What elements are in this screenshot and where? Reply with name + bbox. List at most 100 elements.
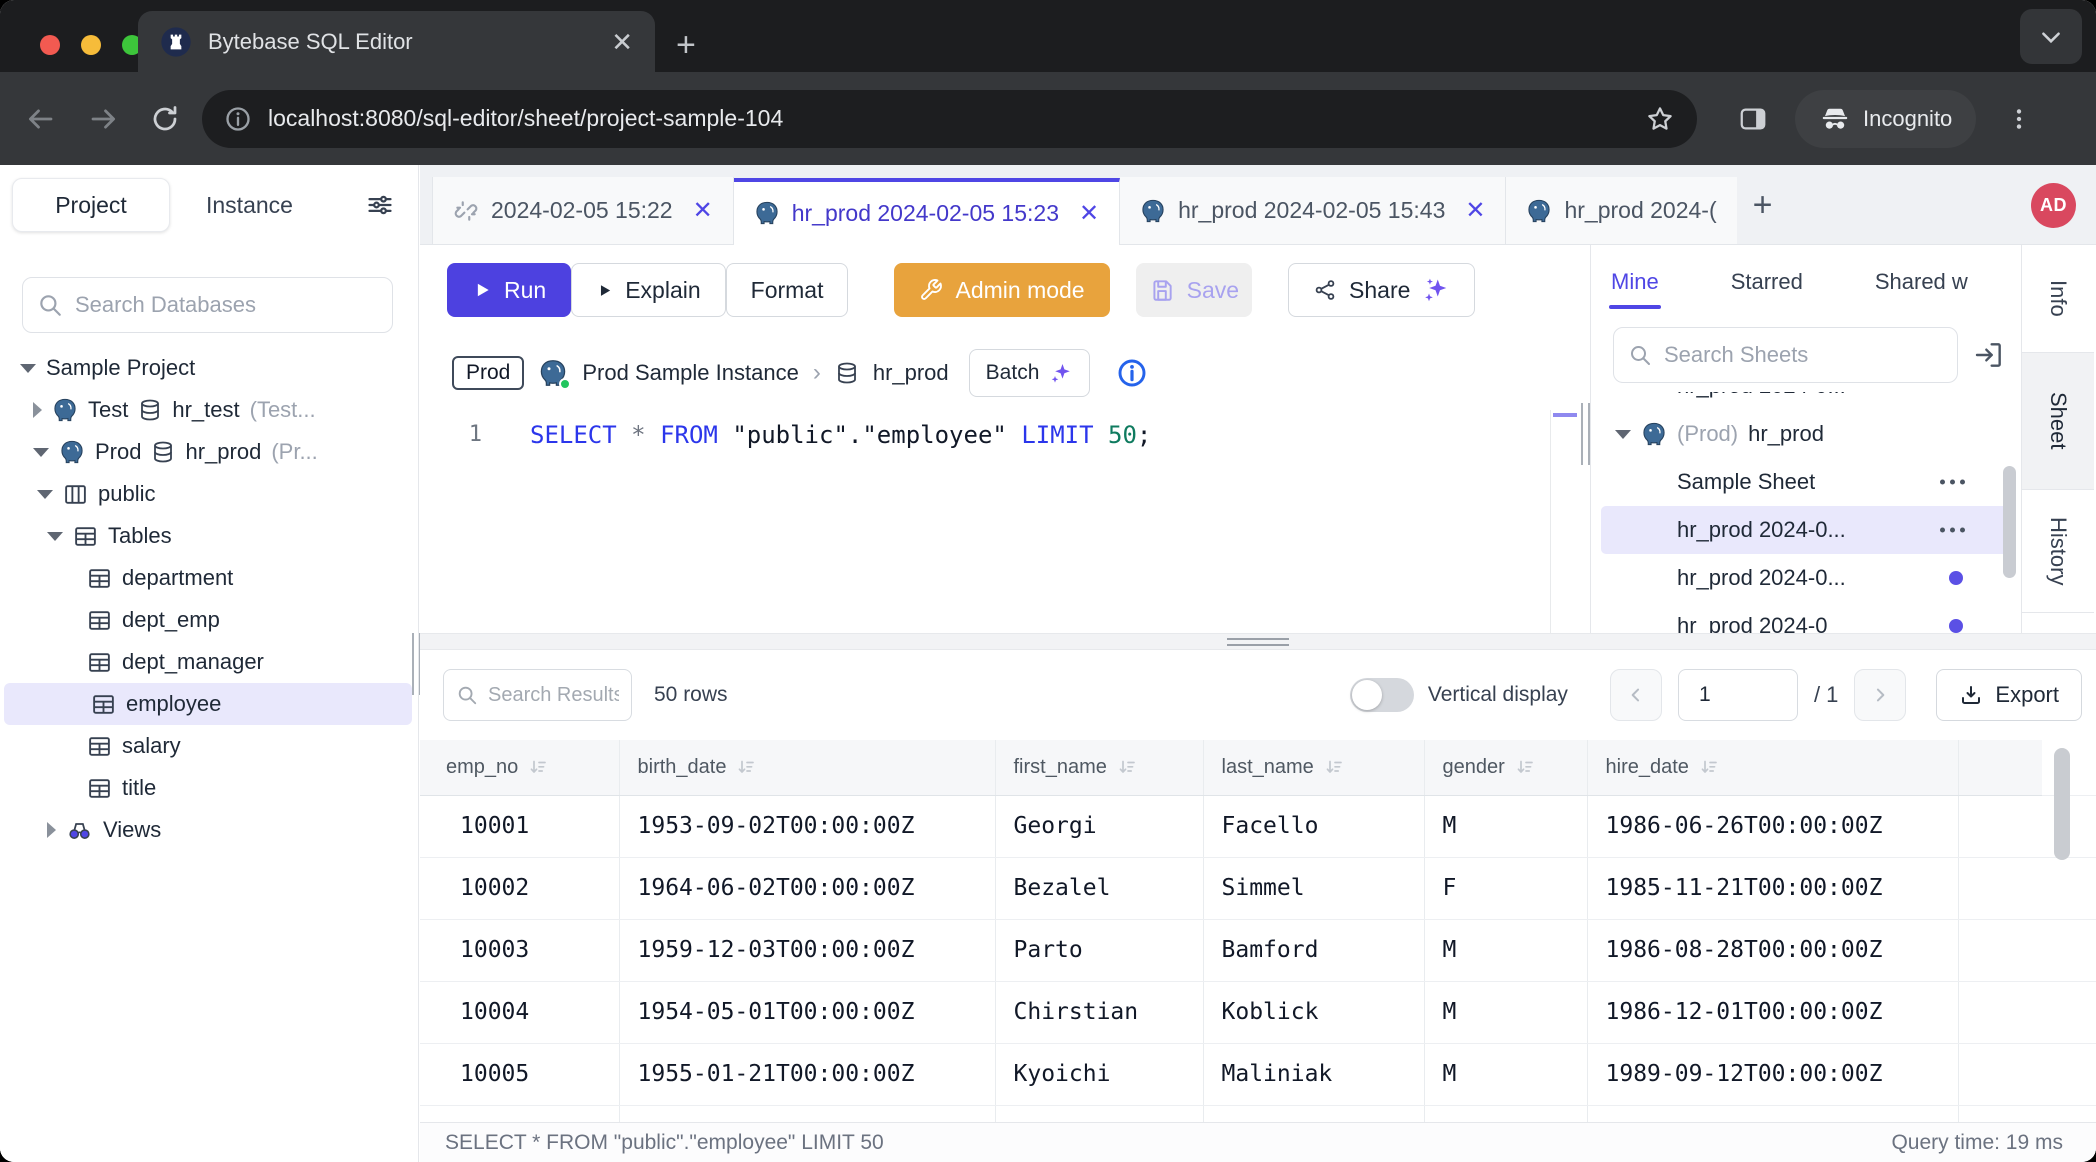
instance-name[interactable]: Prod Sample Instance xyxy=(582,360,798,386)
user-avatar[interactable]: AD xyxy=(2031,183,2076,228)
page-number-input[interactable] xyxy=(1678,669,1798,721)
back-icon[interactable] xyxy=(26,104,56,134)
run-button[interactable]: Run xyxy=(447,263,571,317)
site-info-icon[interactable] xyxy=(224,105,252,133)
url-text[interactable]: localhost:8080/sql-editor/sheet/project-… xyxy=(268,105,1645,132)
sheet-item[interactable]: hr_prod 2024-0... xyxy=(1601,554,2011,602)
batch-button[interactable]: Batch xyxy=(969,349,1091,397)
close-tab-icon[interactable]: ✕ xyxy=(1079,199,1099,228)
column-header-birth_date[interactable]: birth_date xyxy=(619,740,995,795)
sheet-list-scrollbar[interactable] xyxy=(2003,466,2016,578)
admin-mode-button[interactable]: Admin mode xyxy=(894,263,1109,317)
url-bar[interactable]: localhost:8080/sql-editor/sheet/project-… xyxy=(202,90,1697,148)
worksheet-tab-1[interactable]: 2024-02-05 15:22✕ xyxy=(432,177,734,244)
worksheet-tab-2[interactable]: hr_prod 2024-02-05 15:23✕ xyxy=(734,178,1120,245)
database-search-input[interactable] xyxy=(75,292,378,318)
traffic-minimize-button[interactable] xyxy=(81,35,101,55)
close-tab-icon[interactable]: ✕ xyxy=(693,196,713,225)
browser-new-tab-icon[interactable]: + xyxy=(676,28,696,62)
sheet-menu-icon[interactable] xyxy=(1940,528,1965,533)
bookmark-star-icon[interactable] xyxy=(1645,104,1675,134)
tree-item-tables[interactable]: Tables xyxy=(0,515,418,557)
next-page-button[interactable] xyxy=(1854,669,1906,721)
table-row[interactable]: 100011953-09-02T00:00:00ZGeorgiFacelloM1… xyxy=(420,795,2096,857)
column-header-gender[interactable]: gender xyxy=(1424,740,1587,795)
filter-sliders-icon[interactable] xyxy=(366,191,394,219)
share-button[interactable]: Share xyxy=(1288,263,1475,317)
table-row[interactable]: 100041954-05-01T00:00:00ZChirstianKoblic… xyxy=(420,981,2096,1043)
forward-icon[interactable] xyxy=(88,104,118,134)
format-button[interactable]: Format xyxy=(726,263,849,317)
sql-editor[interactable]: 1 SELECT * FROM "public"."employee" LIMI… xyxy=(420,410,1590,633)
sheet-tab-mine[interactable]: Mine xyxy=(1611,269,1659,295)
side-panel-icon[interactable] xyxy=(1737,104,1769,134)
prev-page-button[interactable] xyxy=(1610,669,1662,721)
tab-instance[interactable]: Instance xyxy=(206,192,293,219)
collapse-panel-icon[interactable] xyxy=(1973,339,2005,371)
tree-item-table-employee[interactable]: employee xyxy=(4,683,412,725)
close-tab-icon[interactable]: ✕ xyxy=(1465,196,1485,225)
tree-item-table-title[interactable]: title xyxy=(0,767,418,809)
sheet-group-row[interactable]: (Prod)hr_prod xyxy=(1601,410,2011,458)
sheet-search-box[interactable] xyxy=(1613,327,1958,383)
tree-item-views[interactable]: Views xyxy=(0,809,418,851)
database-search-box[interactable] xyxy=(22,277,393,333)
sheet-item[interactable]: Sample Sheet xyxy=(1601,458,2011,506)
vertical-display-toggle[interactable] xyxy=(1350,678,1414,712)
table-row[interactable]: 100021964-06-02T00:00:00ZBezalelSimmelF1… xyxy=(420,857,2096,919)
worksheet-tab-4[interactable]: hr_prod 2024-( xyxy=(1506,177,1736,244)
editor-minimap[interactable] xyxy=(1550,410,1578,633)
table-row[interactable]: 100031959-12-03T00:00:00ZPartoBamfordM19… xyxy=(420,919,2096,981)
panel-resize-grip[interactable] xyxy=(1581,403,1590,465)
tree-item-database-hr_test[interactable]: Testhr_test(Test... xyxy=(0,389,418,431)
info-circle-icon[interactable] xyxy=(1116,357,1148,389)
browser-menu-icon[interactable] xyxy=(2006,104,2032,134)
reload-icon[interactable] xyxy=(150,104,180,134)
table-row[interactable]: 100061953-04-20T00:00:00ZAnnekePreusigF1… xyxy=(420,1105,2096,1122)
caret-right-icon[interactable] xyxy=(47,822,56,838)
tree-item-table-salary[interactable]: salary xyxy=(0,725,418,767)
sheet-tab-shared-w[interactable]: Shared w xyxy=(1875,269,1968,295)
caret-down-icon[interactable] xyxy=(20,364,36,373)
caret-down-icon[interactable] xyxy=(37,490,53,499)
column-header-hire_date[interactable]: hire_date xyxy=(1587,740,1958,795)
tree-item-table-dept_manager[interactable]: dept_manager xyxy=(0,641,418,683)
column-header-emp_no[interactable]: emp_no xyxy=(420,740,619,795)
results-search-box[interactable] xyxy=(443,669,632,721)
save-button[interactable]: Save xyxy=(1136,263,1252,317)
results-search-input[interactable] xyxy=(488,684,619,707)
sheet-menu-icon[interactable] xyxy=(1940,480,1965,485)
export-button[interactable]: Export xyxy=(1936,669,2082,721)
results-scrollbar[interactable] xyxy=(2054,748,2070,860)
explain-button[interactable]: Explain xyxy=(571,263,725,317)
tree-item-table-dept_emp[interactable]: dept_emp xyxy=(0,599,418,641)
caret-down-icon[interactable] xyxy=(1615,430,1631,439)
tree-item-schema-public[interactable]: public xyxy=(0,473,418,515)
database-name[interactable]: hr_prod xyxy=(873,360,949,386)
sheet-search-input[interactable] xyxy=(1664,342,1943,368)
column-header-first_name[interactable]: first_name xyxy=(995,740,1203,795)
sheet-item[interactable]: hr_prod 2024-0... xyxy=(1601,392,2011,410)
results-splitter[interactable] xyxy=(420,633,2096,650)
sheet-item[interactable]: hr_prod 2024-0... xyxy=(1601,506,2011,554)
tab-search-chevron-icon[interactable] xyxy=(2020,9,2082,64)
traffic-close-button[interactable] xyxy=(40,35,60,55)
new-worksheet-icon[interactable]: + xyxy=(1753,188,1773,222)
sheet-item[interactable]: hr_prod 2024-0 xyxy=(1601,602,2011,633)
tab-project[interactable]: Project xyxy=(12,178,170,232)
caret-right-icon[interactable] xyxy=(33,402,42,418)
side-tab-info[interactable]: Info xyxy=(2022,245,2094,353)
side-tab-sheet[interactable]: Sheet xyxy=(2022,353,2094,490)
browser-tab[interactable]: Bytebase SQL Editor ✕ xyxy=(138,11,655,72)
tree-item-table-department[interactable]: department xyxy=(0,557,418,599)
side-tab-history[interactable]: History xyxy=(2022,490,2094,613)
browser-tab-close-icon[interactable]: ✕ xyxy=(611,29,633,55)
table-row[interactable]: 100051955-01-21T00:00:00ZKyoichiMaliniak… xyxy=(420,1043,2096,1105)
tree-item-database-hr_prod[interactable]: Prodhr_prod(Pr... xyxy=(0,431,418,473)
sheet-tab-starred[interactable]: Starred xyxy=(1731,269,1803,295)
caret-down-icon[interactable] xyxy=(47,532,63,541)
column-header-last_name[interactable]: last_name xyxy=(1203,740,1424,795)
caret-down-icon[interactable] xyxy=(33,448,49,457)
tree-item-project[interactable]: Sample Project xyxy=(0,347,418,389)
worksheet-tab-3[interactable]: hr_prod 2024-02-05 15:43✕ xyxy=(1120,177,1506,244)
